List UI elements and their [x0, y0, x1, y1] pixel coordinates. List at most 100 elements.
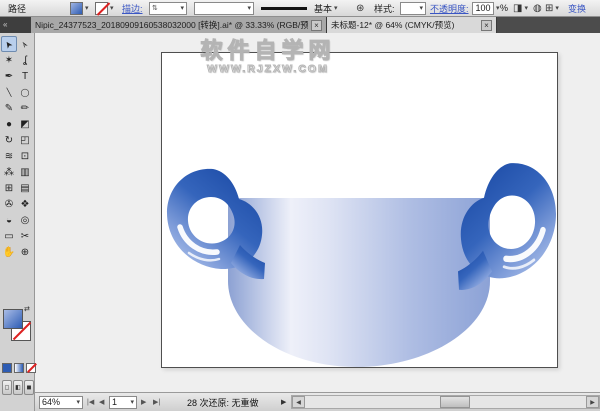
document-tab-active[interactable]: 未标题-12* @ 64% (CMYK/预览) × [327, 17, 497, 33]
live-paint-bucket-tool[interactable]: ◒ [1, 212, 17, 228]
align-options-button[interactable]: ⊞ ▾ [545, 0, 559, 16]
toolbar-dock-collapse[interactable]: « [0, 17, 31, 33]
mask-icon: ◨ [513, 3, 522, 14]
free-transform-tool[interactable]: ⊡ [17, 148, 33, 164]
previous-artboard-button[interactable]: ◀ [97, 393, 106, 411]
document-tab-label: Nipic_24377523_20180909160538032000 [转换]… [35, 19, 308, 31]
type-tool-icon: T [22, 71, 28, 82]
close-icon[interactable]: × [311, 20, 322, 31]
zoom-tool-icon: ⊕ [21, 247, 29, 258]
column-graph-tool[interactable]: ▥ [17, 164, 33, 180]
fill-color-dropdown[interactable]: ▾ [70, 0, 89, 16]
pen-tool[interactable]: ✒ [1, 68, 17, 84]
stroke-color-dropdown[interactable]: ▾ [95, 0, 114, 16]
chevron-down-icon: ▾ [419, 4, 423, 12]
slice-tool[interactable]: ✂ [17, 228, 33, 244]
gradient-tool[interactable]: ▤ [17, 180, 33, 196]
magic-wand-tool[interactable]: ✶ [1, 52, 17, 68]
color-mode-button[interactable] [2, 363, 12, 373]
mesh-tool[interactable]: ⊞ [1, 180, 17, 196]
warp-tool[interactable]: ≋ [1, 148, 17, 164]
artboard-number-value[interactable]: 1 [112, 397, 117, 407]
artboard-tool[interactable]: ▭ [1, 228, 17, 244]
graphic-style-combo[interactable]: ▾ [400, 0, 426, 16]
zoom-level-combo[interactable]: 64% ▾ [39, 393, 83, 411]
selection-tool-icon: ➤ [2, 38, 15, 50]
pencil-tool[interactable]: ✏ [17, 100, 33, 116]
eyedropper-tool[interactable]: ✇ [1, 196, 17, 212]
selection-tool[interactable]: ➤ [1, 36, 17, 52]
blob-brush-tool-icon: ● [6, 119, 12, 130]
artboard-number-combo[interactable]: 1 ▾ [109, 393, 137, 411]
fill-indicator-swatch[interactable] [3, 309, 23, 329]
variable-width-profile-combo[interactable]: 基本 ▾ [261, 0, 338, 16]
style-label: 样式: [374, 0, 395, 16]
lasso-tool[interactable]: ʆ [17, 52, 33, 68]
scroll-left-icon[interactable]: ◀ [292, 396, 305, 408]
gradient-tool-icon: ▤ [20, 183, 29, 194]
stroke-weight-combo[interactable]: ⇅ ▾ [149, 0, 187, 16]
hand-tool[interactable]: ✋ [1, 244, 17, 260]
artboard[interactable] [161, 52, 558, 368]
pot-artwork[interactable] [162, 53, 559, 369]
pot-body[interactable] [228, 198, 490, 367]
fill-color-swatch[interactable] [70, 2, 83, 15]
opacity-ball-button[interactable]: ◍ [533, 0, 542, 16]
opacity-value-combo[interactable]: 100 ▾ [472, 0, 500, 16]
last-artboard-button[interactable]: ▶| [151, 393, 162, 411]
mesh-tool-icon: ⊞ [5, 183, 13, 194]
next-artboard-button[interactable]: ▶ [139, 393, 148, 411]
swap-fill-stroke-icon[interactable]: ⇄ [24, 305, 30, 313]
transform-panel-link[interactable]: 变换 [568, 0, 586, 16]
document-tab-inactive[interactable]: Nipic_24377523_20180909160538032000 [转换]… [31, 17, 327, 33]
first-artboard-button[interactable]: |◀ [85, 393, 96, 411]
blend-tool[interactable]: ❖ [17, 196, 33, 212]
full-screen-menu-mode-button[interactable]: ◧ [13, 380, 23, 395]
none-mode-button[interactable] [26, 363, 36, 373]
normal-screen-mode-button[interactable]: ◻ [2, 380, 12, 395]
illustrator-window: 路径 ▾ ▾ 描边: ⇅ ▾ ▾ 基本 ▾ ⊛ [0, 0, 600, 411]
scale-tool[interactable]: ◰ [17, 132, 33, 148]
chevron-down-icon: ▾ [85, 4, 89, 12]
lasso-tool-icon: ʆ [23, 55, 27, 66]
horizontal-scrollbar[interactable]: ◀ ▶ [291, 395, 600, 409]
eraser-tool-icon: ◩ [20, 119, 29, 130]
column-graph-tool-icon: ▥ [20, 167, 29, 178]
stroke-panel-link[interactable]: 描边: [122, 0, 143, 16]
brush-definition-combo[interactable]: ▾ [194, 0, 254, 16]
opacity-mask-button[interactable]: ◨ ▾ [513, 0, 528, 16]
scroll-right-icon[interactable]: ▶ [586, 396, 599, 408]
pot-left-handle[interactable] [167, 169, 265, 279]
rotate-tool[interactable]: ↻ [1, 132, 17, 148]
direct-selection-tool[interactable]: ➢ [17, 36, 33, 52]
opacity-value[interactable]: 100 [475, 3, 490, 13]
paint-mode-buttons [2, 363, 36, 373]
zoom-tool[interactable]: ⊕ [17, 244, 33, 260]
opacity-panel-link[interactable]: 不透明度: [430, 0, 469, 16]
shape-tool[interactable]: ◯ [17, 84, 33, 100]
pot-right-handle[interactable] [458, 163, 556, 290]
document-tab-bar: « Nipic_24377523_20180909160538032000 [转… [0, 17, 600, 33]
recolor-icon: ⊛ [356, 3, 364, 14]
line-segment-tool[interactable]: ╲ [1, 84, 17, 100]
gradient-mode-button[interactable] [14, 363, 24, 373]
paintbrush-tool[interactable]: ✎ [1, 100, 17, 116]
symbol-sprayer-tool[interactable]: ⁂ [1, 164, 17, 180]
close-icon[interactable]: × [481, 20, 492, 31]
stroke-none-swatch[interactable] [95, 2, 108, 15]
document-canvas-area[interactable]: 软件自学网 WWW.RJZXW.COM [35, 33, 600, 392]
blob-brush-tool[interactable]: ● [1, 116, 17, 132]
rotate-tool-icon: ↻ [5, 135, 13, 146]
zoom-level-value[interactable]: 64% [42, 397, 60, 407]
full-screen-mode-button[interactable]: ◼ [24, 380, 34, 395]
slice-tool-icon: ✂ [21, 231, 29, 242]
eraser-tool[interactable]: ◩ [17, 116, 33, 132]
type-tool[interactable]: T [17, 68, 33, 84]
live-paint-selection-tool-icon: ◎ [21, 215, 30, 226]
live-paint-selection-tool[interactable]: ◎ [17, 212, 33, 228]
recolor-artwork-button[interactable]: ⊛ [356, 0, 364, 16]
stroke-weight-spinner-icon[interactable]: ⇅ [152, 4, 158, 12]
scrollbar-thumb[interactable] [440, 396, 470, 408]
status-flyout-icon[interactable]: ▶ [281, 393, 286, 411]
line-segment-tool-icon: ╲ [7, 88, 12, 97]
